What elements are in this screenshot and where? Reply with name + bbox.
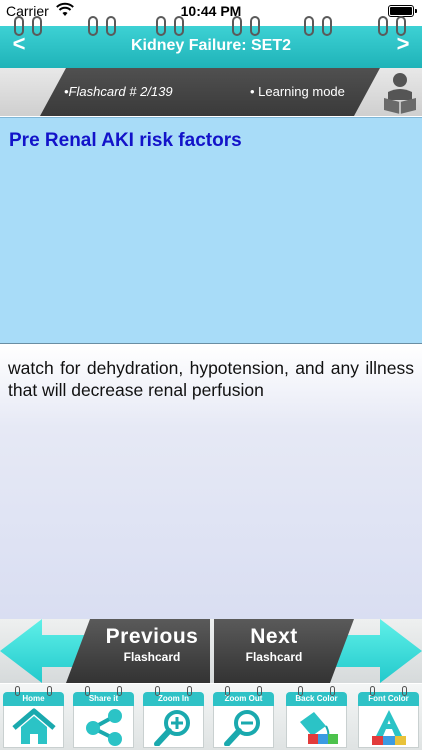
binding-ring [378, 16, 388, 36]
binding-ring [14, 16, 24, 36]
flashcard-counter: •Flashcard # 2/139 [64, 84, 173, 99]
tool-rings [290, 686, 343, 696]
font-color-icon [371, 710, 406, 745]
page-title: Kidney Failure: SET2 [130, 37, 292, 54]
binding-ring [322, 16, 332, 36]
binding-ring [106, 16, 116, 36]
learning-mode-label: • Learning mode [250, 84, 345, 99]
zoom-out-icon [223, 710, 260, 746]
home-icon [11, 708, 56, 744]
reader-icon[interactable] [380, 70, 420, 114]
binding-ring [156, 16, 166, 36]
share-button[interactable]: Share it [71, 686, 136, 748]
home-button[interactable]: Home [1, 686, 66, 748]
bottom-toolbar: Home Share it Zoom In Zoom Out Back Colo… [0, 684, 422, 750]
binding-ring [174, 16, 184, 36]
tool-rings [7, 686, 60, 696]
tool-rings [147, 686, 200, 696]
spiral-binding [0, 16, 422, 36]
previous-button-sublabel: Flashcard [123, 650, 181, 664]
back-color-button[interactable]: Back Color [284, 686, 349, 748]
binding-ring [32, 16, 42, 36]
question-pane: Pre Renal AKI risk factors [0, 117, 422, 344]
answer-pane: watch for dehydration, hypotension, and … [0, 345, 422, 619]
binding-ring [304, 16, 314, 36]
tool-rings [77, 686, 130, 696]
binding-ring [232, 16, 242, 36]
font-color-button[interactable]: Font Color [356, 686, 421, 748]
zoom-out-button[interactable]: Zoom Out [211, 686, 276, 748]
next-flashcard-button[interactable]: Next Flashcard [214, 619, 354, 683]
info-strip: •Flashcard # 2/139 • Learning mode [0, 68, 422, 116]
previous-button-label: Previous [105, 625, 199, 648]
share-icon [85, 709, 122, 746]
flashcard-answer: watch for dehydration, hypotension, and … [8, 358, 414, 400]
tool-rings [362, 686, 415, 696]
flashcard-question: Pre Renal AKI risk factors [9, 130, 242, 151]
next-button-sublabel: Flashcard [245, 650, 303, 664]
binding-ring [88, 16, 98, 36]
zoom-in-icon [153, 710, 190, 746]
binding-ring [250, 16, 260, 36]
previous-flashcard-button[interactable]: Previous Flashcard [66, 619, 210, 683]
next-button-label: Next [250, 625, 298, 648]
flashcard-navigation: Previous Flashcard Next Flashcard [0, 619, 422, 683]
back-color-icon [299, 712, 338, 744]
zoom-in-button[interactable]: Zoom In [141, 686, 206, 748]
binding-ring [396, 16, 406, 36]
tool-rings [217, 686, 270, 696]
